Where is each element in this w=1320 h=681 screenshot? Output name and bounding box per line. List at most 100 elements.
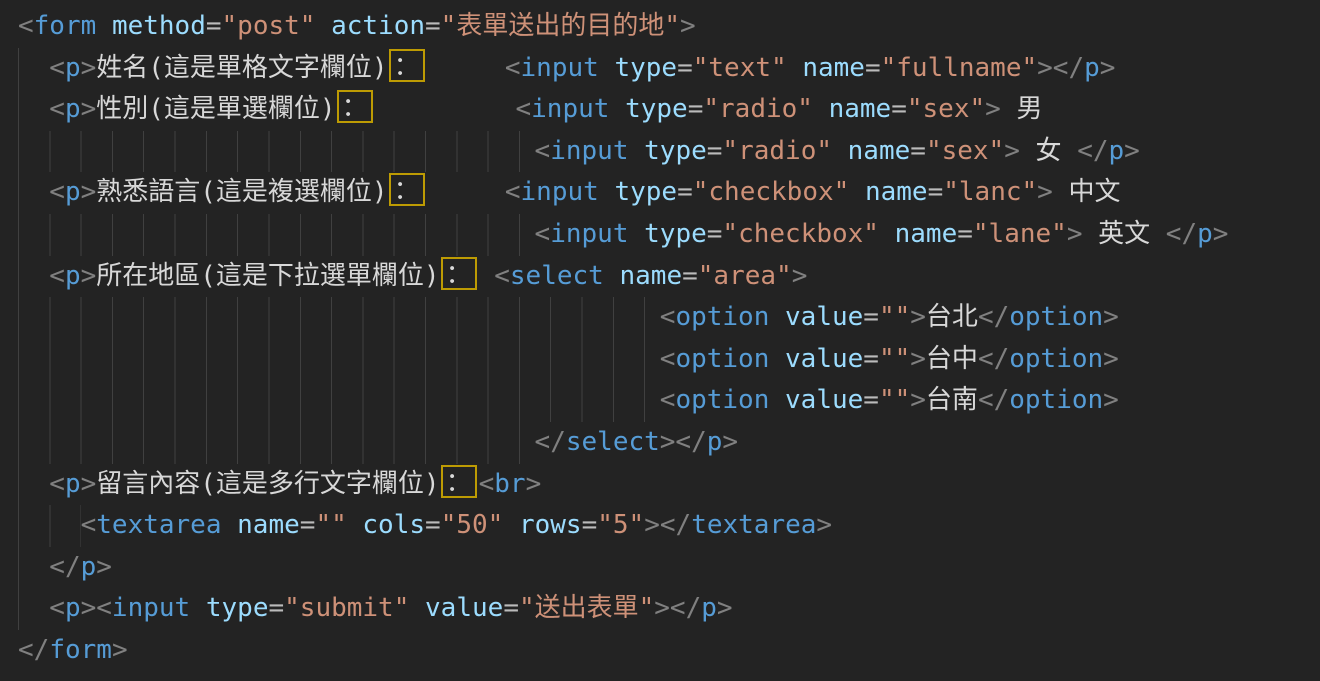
code-token-attribute-name: type bbox=[625, 94, 688, 124]
code-line[interactable]: <p>所在地區(這是下拉選單欄位)： <select name="area"> bbox=[18, 256, 1320, 298]
indent-guides bbox=[18, 297, 660, 339]
code-token-attribute-name: rows bbox=[519, 510, 582, 540]
code-token-string: "fullname" bbox=[881, 53, 1038, 83]
code-token-punctuation: < bbox=[49, 469, 65, 499]
code-token-text bbox=[315, 11, 331, 41]
code-token-punctuation: > bbox=[1213, 219, 1229, 249]
code-token-equals: = bbox=[503, 593, 519, 623]
code-token-punctuation: < bbox=[660, 344, 676, 374]
indent-guides bbox=[18, 131, 535, 173]
code-token-string: "checkbox" bbox=[722, 219, 879, 249]
code-line[interactable]: <p>姓名(這是單格文字欄位)： <input type="text" name… bbox=[18, 48, 1320, 90]
code-token-tag-name: p bbox=[65, 177, 81, 207]
code-token-text: 姓名(這是單格文字欄位) bbox=[96, 53, 387, 83]
code-line[interactable]: <p>熟悉語言(這是複選欄位)： <input type="checkbox" … bbox=[18, 172, 1320, 214]
indent-guides bbox=[18, 89, 49, 131]
code-token-tag-name: p bbox=[65, 53, 81, 83]
indent-guides bbox=[18, 172, 49, 214]
code-line[interactable]: <option value="">台南</option> bbox=[18, 380, 1320, 422]
code-token-punctuation: < bbox=[49, 177, 65, 207]
code-line[interactable]: </form> bbox=[18, 630, 1320, 672]
code-token-text: 台南 bbox=[926, 385, 978, 415]
code-token-text bbox=[628, 219, 644, 249]
code-token-tag-name: br bbox=[494, 469, 525, 499]
code-token-text bbox=[849, 177, 865, 207]
code-token-equals: = bbox=[688, 94, 704, 124]
code-token-equals: = bbox=[863, 344, 879, 374]
code-line[interactable]: <form method="post" action="表單送出的目的地"> bbox=[18, 6, 1320, 48]
code-line[interactable]: <p><input type="submit" value="送出表單"></p… bbox=[18, 588, 1320, 630]
code-line[interactable]: </p> bbox=[18, 547, 1320, 589]
code-token-punctuation: > bbox=[1103, 344, 1119, 374]
code-token-text bbox=[347, 510, 363, 540]
code-token-text: 所在地區(這是下拉選單欄位) bbox=[96, 261, 439, 291]
code-token-punctuation: </ bbox=[978, 302, 1009, 332]
code-token-punctuation: > bbox=[81, 53, 97, 83]
code-token-attribute-name: name bbox=[802, 53, 865, 83]
code-token-text bbox=[769, 385, 785, 415]
code-token-string: "" bbox=[315, 510, 346, 540]
code-token-text bbox=[375, 94, 516, 124]
code-token-punctuation: < bbox=[535, 219, 551, 249]
code-token-punctuation: > bbox=[816, 510, 832, 540]
code-token-punctuation: > bbox=[1004, 136, 1020, 166]
code-token-string: "送出表單" bbox=[519, 593, 654, 623]
unicode-highlight-box: ： bbox=[441, 257, 477, 290]
code-token-punctuation: > bbox=[910, 302, 926, 332]
code-token-tag-name: p bbox=[701, 593, 717, 623]
code-token-equals: = bbox=[425, 11, 441, 41]
code-token-tag-name: p bbox=[707, 427, 723, 457]
code-token-attribute-name: action bbox=[331, 11, 425, 41]
code-token-punctuation: > bbox=[910, 344, 926, 374]
code-token-punctuation: < bbox=[81, 510, 97, 540]
code-token-punctuation: ></ bbox=[660, 427, 707, 457]
code-line[interactable]: <p>性別(這是單選欄位)： <input type="radio" name=… bbox=[18, 89, 1320, 131]
code-line[interactable]: </select></p> bbox=[18, 422, 1320, 464]
code-token-text: 熟悉語言(這是複選欄位) bbox=[96, 177, 387, 207]
code-token-punctuation: < bbox=[660, 385, 676, 415]
code-token-punctuation: < bbox=[479, 469, 495, 499]
code-token-tag-name: option bbox=[675, 344, 769, 374]
code-token-punctuation: < bbox=[18, 11, 34, 41]
code-token-attribute-name: cols bbox=[362, 510, 425, 540]
code-token-text bbox=[427, 53, 505, 83]
code-token-string: "text" bbox=[693, 53, 787, 83]
code-token-punctuation: < bbox=[505, 53, 521, 83]
code-line[interactable]: <input type="checkbox" name="lane"> 英文 <… bbox=[18, 214, 1320, 256]
code-token-text bbox=[503, 510, 519, 540]
code-token-tag-name: input bbox=[550, 219, 628, 249]
code-editor[interactable]: <form method="post" action="表單送出的目的地"><p… bbox=[0, 0, 1320, 681]
code-token-text: 性別(這是單選欄位) bbox=[96, 94, 335, 124]
code-token-tag-name: option bbox=[675, 385, 769, 415]
indent-guides bbox=[18, 380, 660, 422]
code-token-equals: = bbox=[865, 53, 881, 83]
code-token-punctuation: > bbox=[1037, 177, 1053, 207]
unicode-highlight-box: ： bbox=[441, 465, 477, 498]
code-token-punctuation: </ bbox=[978, 385, 1009, 415]
code-token-punctuation: > bbox=[722, 427, 738, 457]
code-token-attribute-name: value bbox=[785, 302, 863, 332]
unicode-highlight-box: ： bbox=[337, 90, 373, 123]
code-token-attribute-name: type bbox=[644, 219, 707, 249]
code-line[interactable]: <option value="">台中</option> bbox=[18, 339, 1320, 381]
code-token-text bbox=[832, 136, 848, 166]
code-token-punctuation: < bbox=[494, 261, 510, 291]
code-token-punctuation: > bbox=[81, 94, 97, 124]
code-token-punctuation: </ bbox=[18, 635, 49, 665]
code-token-text bbox=[409, 593, 425, 623]
code-token-equals: = bbox=[863, 385, 879, 415]
code-token-string: "表單送出的目的地" bbox=[441, 11, 680, 41]
code-line[interactable]: <option value="">台北</option> bbox=[18, 297, 1320, 339]
code-token-punctuation: < bbox=[49, 94, 65, 124]
code-token-tag-name: textarea bbox=[691, 510, 816, 540]
code-line[interactable]: <p>留言內容(這是多行文字欄位)：<br> bbox=[18, 464, 1320, 506]
code-line[interactable]: <input type="radio" name="sex"> 女 </p> bbox=[18, 131, 1320, 173]
indent-guides bbox=[18, 339, 660, 381]
code-token-tag-name: p bbox=[1197, 219, 1213, 249]
code-token-attribute-name: value bbox=[425, 593, 503, 623]
code-token-string: "sex" bbox=[907, 94, 985, 124]
code-token-text bbox=[609, 94, 625, 124]
code-token-punctuation: > bbox=[526, 469, 542, 499]
code-line[interactable]: <textarea name="" cols="50" rows="5"></t… bbox=[18, 505, 1320, 547]
code-token-text bbox=[222, 510, 238, 540]
